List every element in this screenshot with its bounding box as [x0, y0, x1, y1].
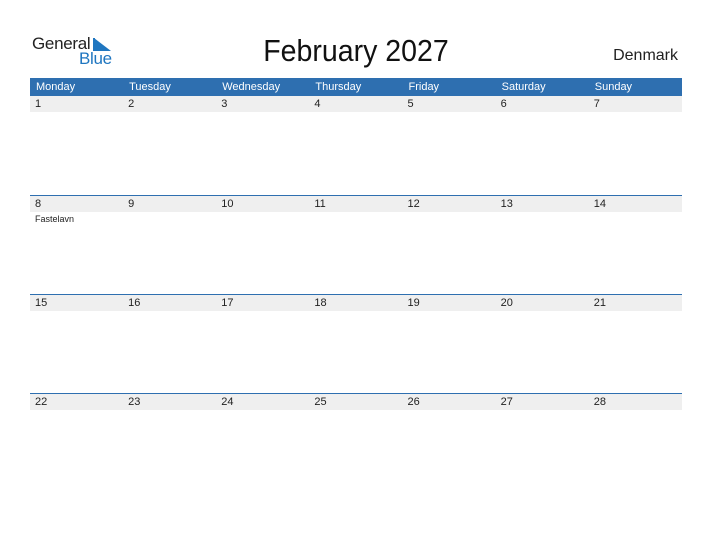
- day-number: 7: [593, 98, 600, 110]
- date-row: 1 2 3 4 5 6 7: [30, 96, 682, 112]
- holiday-label: [496, 212, 589, 224]
- holiday-label: [309, 410, 402, 412]
- holiday-label: [309, 112, 402, 114]
- holiday-label: [216, 410, 309, 412]
- holiday-label: [496, 410, 589, 412]
- holiday-label: [216, 112, 309, 114]
- holiday-label: [589, 212, 682, 224]
- country-label: Denmark: [613, 47, 678, 64]
- day-number: 9: [128, 198, 135, 210]
- day-number: 19: [407, 297, 420, 309]
- holiday-label: [309, 311, 402, 313]
- day-number: 10: [221, 198, 234, 210]
- holiday-label: [30, 311, 123, 313]
- day-number: 25: [314, 396, 327, 408]
- holiday-label: [216, 212, 309, 224]
- holiday-label: [589, 112, 682, 114]
- date-row: 8 9 10 11 12 13 14: [30, 196, 682, 212]
- date-row: 15 16 17 18 19 20 21: [30, 295, 682, 311]
- event-row: Fastelavn: [30, 212, 682, 224]
- holiday-label: [403, 410, 496, 412]
- holiday-label: [403, 311, 496, 313]
- holiday-label: [30, 410, 123, 412]
- day-number: 4: [314, 98, 321, 110]
- holiday-label: [589, 410, 682, 412]
- week-row: 8 9 10 11 12 13 14 Fastelavn: [30, 195, 682, 224]
- day-number: 20: [500, 297, 513, 309]
- day-number: 12: [407, 198, 420, 210]
- holiday-label: [496, 311, 589, 313]
- weekday-wednesday: Wednesday: [222, 81, 281, 93]
- day-number: 22: [35, 396, 48, 408]
- holiday-label: [496, 112, 589, 114]
- weekday-friday: Friday: [408, 81, 440, 93]
- weekday-monday: Monday: [36, 81, 76, 93]
- date-row: 22 23 24 25 26 27 28: [30, 394, 682, 410]
- week-row: 22 23 24 25 26 27 28: [30, 393, 682, 412]
- weekday-saturday: Saturday: [501, 81, 546, 93]
- weekday-header: Monday Tuesday Wednesday Thursday Friday…: [30, 78, 682, 96]
- day-number: 26: [407, 396, 420, 408]
- holiday-label: Fastelavn: [35, 214, 75, 224]
- day-number: 28: [593, 396, 606, 408]
- day-number: 27: [500, 396, 513, 408]
- calendar-grid: Monday Tuesday Wednesday Thursday Friday…: [30, 78, 682, 410]
- holiday-label: [123, 112, 216, 114]
- event-row: [30, 311, 682, 313]
- day-number: 3: [221, 98, 228, 110]
- day-number: 15: [35, 297, 48, 309]
- day-number: 17: [221, 297, 234, 309]
- holiday-label: [403, 212, 496, 224]
- event-row: [30, 410, 682, 412]
- weekday-thursday: Thursday: [315, 81, 362, 93]
- day-number: 16: [128, 297, 141, 309]
- event-row: [30, 112, 682, 114]
- day-number: 18: [314, 297, 327, 309]
- day-number: 24: [221, 396, 234, 408]
- day-number: 14: [593, 198, 606, 210]
- holiday-label: [589, 311, 682, 313]
- day-number: 11: [314, 198, 326, 210]
- week-row: 15 16 17 18 19 20 21: [30, 294, 682, 313]
- day-number: 1: [35, 98, 42, 110]
- weekday-tuesday: Tuesday: [129, 81, 171, 93]
- holiday-label: [216, 311, 309, 313]
- day-number: 6: [500, 98, 507, 110]
- day-number: 2: [128, 98, 135, 110]
- holiday-label: [123, 311, 216, 313]
- day-number: 23: [128, 396, 141, 408]
- day-number: 21: [593, 297, 606, 309]
- day-number: 13: [500, 198, 513, 210]
- holiday-label: [403, 112, 496, 114]
- holiday-label: [123, 212, 216, 224]
- week-row: 1 2 3 4 5 6 7: [30, 96, 682, 114]
- day-number: 5: [407, 98, 414, 110]
- day-number: 8: [35, 198, 42, 210]
- weekday-sunday: Sunday: [594, 81, 633, 93]
- holiday-label: [123, 410, 216, 412]
- holiday-label: [309, 212, 402, 224]
- page-title: February 2027: [263, 33, 449, 68]
- holiday-label: [30, 112, 123, 114]
